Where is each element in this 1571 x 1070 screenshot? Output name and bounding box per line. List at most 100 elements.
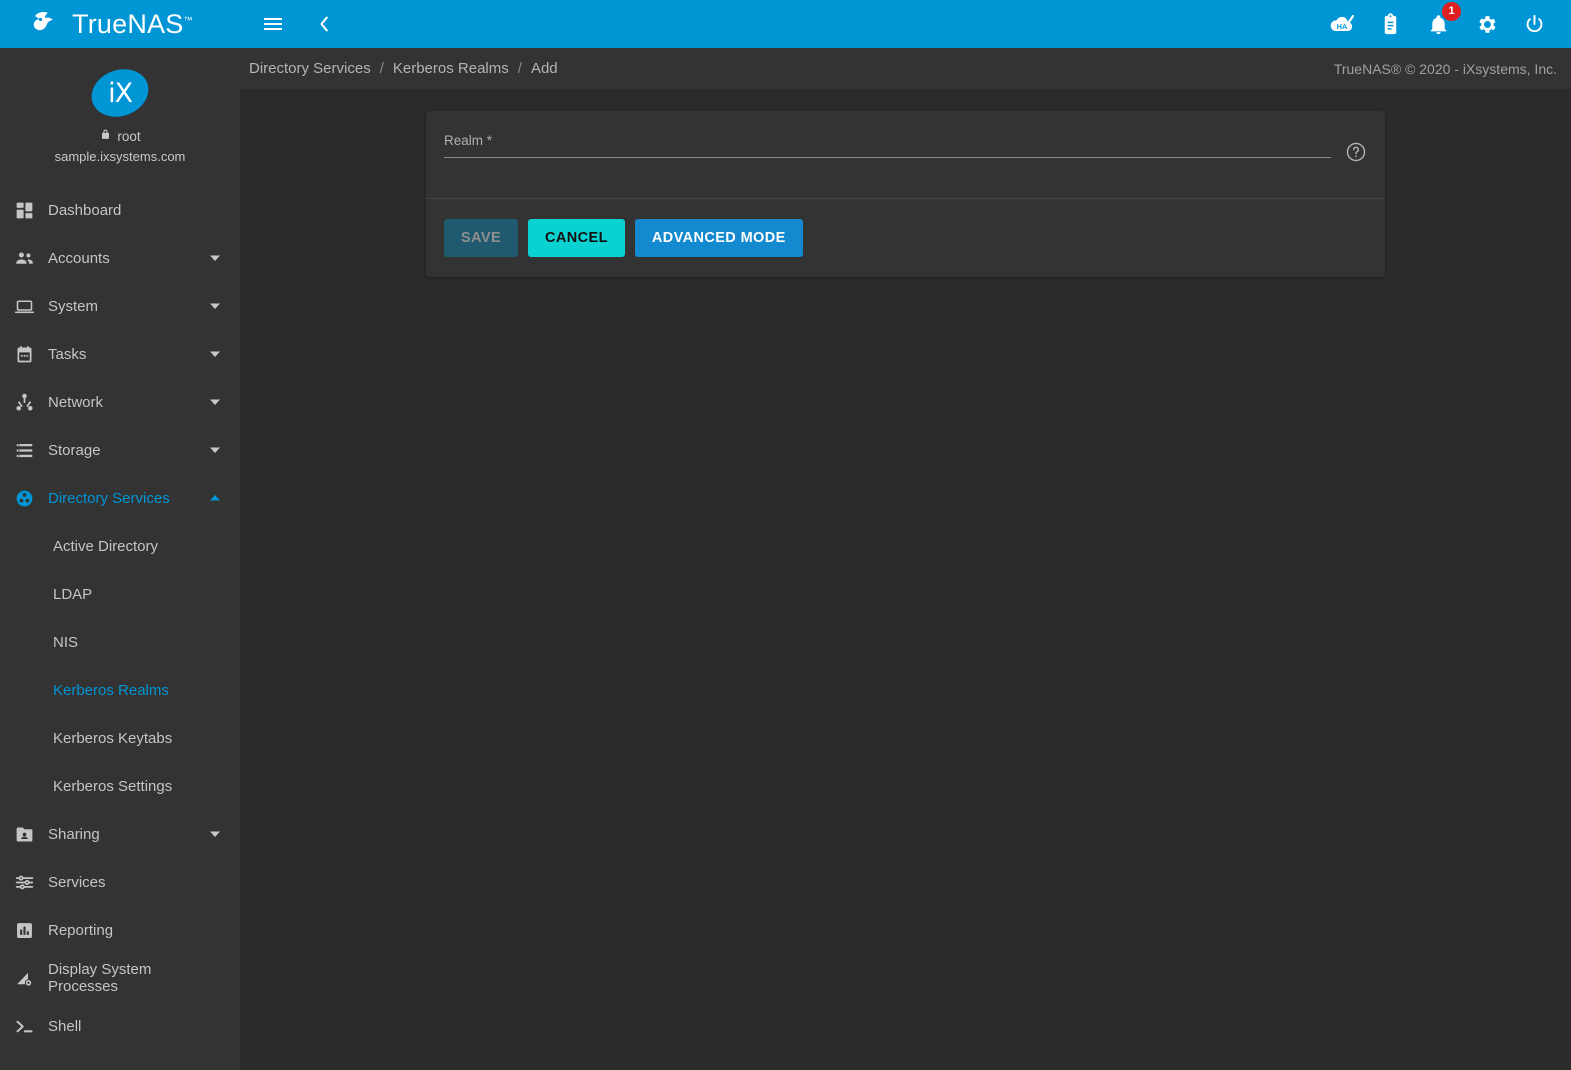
notification-badge-count: 1	[1442, 2, 1461, 21]
current-user: root	[0, 128, 240, 144]
sidebar-item-kerberos-keytabs[interactable]: Kerberos Keytabs	[0, 714, 240, 762]
status-icons-group: HA 1	[1327, 9, 1549, 39]
sidebar-subitem-label: LDAP	[53, 586, 92, 603]
sidebar-subitem-label: Kerberos Settings	[53, 778, 172, 795]
hamburger-menu-icon[interactable]	[258, 9, 288, 39]
sidebar-item-label: System	[48, 298, 208, 315]
sidebar-item-label: Dashboard	[48, 202, 222, 219]
notifications-bell-icon[interactable]: 1	[1423, 9, 1453, 39]
sidebar-item-display-system-processes[interactable]: Display System Processes	[0, 954, 240, 1002]
breadcrumb-item-add: Add	[531, 60, 558, 77]
realm-input[interactable]	[444, 155, 1331, 173]
chevron-down-icon[interactable]	[208, 827, 222, 841]
breadcrumb-separator: /	[371, 60, 393, 77]
chevron-down-icon[interactable]	[208, 347, 222, 361]
sidebar-item-accounts[interactable]: Accounts	[0, 234, 240, 282]
sidebar-subitem-label: NIS	[53, 634, 78, 651]
sidebar-item-label: Accounts	[48, 250, 208, 267]
sidebar-item-label: Directory Services	[48, 490, 208, 507]
sidebar-subitem-label: Active Directory	[53, 538, 158, 555]
content-area: Directory Services / Kerberos Realms / A…	[240, 48, 1571, 1070]
sidebar: iX root sample.ixsystems.com	[0, 48, 240, 1070]
sidebar-item-kerberos-settings[interactable]: Kerberos Settings	[0, 762, 240, 810]
sidebar-subitem-label: Kerberos Realms	[53, 682, 169, 699]
sidebar-item-shell[interactable]: Shell	[0, 1002, 240, 1050]
system-laptop-icon	[0, 296, 48, 317]
accounts-people-icon	[0, 248, 48, 269]
truenas-app-window: TrueNAS™ HA	[0, 0, 1571, 1070]
chevron-down-icon[interactable]	[208, 299, 222, 313]
save-button[interactable]: SAVE	[444, 219, 518, 257]
sidebar-item-label: Reporting	[48, 922, 222, 939]
sidebar-item-kerberos-realms[interactable]: Kerberos Realms	[0, 666, 240, 714]
sidebar-item-label: Display System Processes	[48, 961, 222, 995]
copyright-label: TrueNAS® © 2020 - iXsystems, Inc.	[1334, 61, 1557, 77]
current-user-label: root	[117, 129, 140, 144]
settings-gear-icon[interactable]	[1471, 9, 1501, 39]
sidebar-subitem-label: Kerberos Keytabs	[53, 730, 172, 747]
sidebar-item-services[interactable]: Services	[0, 858, 240, 906]
ha-status-icon[interactable]: HA	[1327, 9, 1357, 39]
tasks-clipboard-icon[interactable]	[1375, 9, 1405, 39]
sidebar-item-system[interactable]: System	[0, 282, 240, 330]
chevron-left-icon[interactable]	[310, 9, 340, 39]
sharing-folder-icon	[0, 824, 48, 845]
breadcrumb-item-kerberos-realms[interactable]: Kerberos Realms	[393, 60, 509, 77]
advanced-mode-button[interactable]: ADVANCED MODE	[635, 219, 803, 257]
chevron-down-icon[interactable]	[208, 395, 222, 409]
sidebar-nav: Dashboard Accounts	[0, 178, 240, 1050]
brand-name: TrueNAS™	[72, 9, 193, 40]
sidebar-item-dashboard[interactable]: Dashboard	[0, 186, 240, 234]
form-actions: SAVE CANCEL ADVANCED MODE	[426, 199, 1385, 277]
storage-list-icon	[0, 440, 48, 461]
avatar-text: iX	[108, 80, 132, 107]
sidebar-item-directory-services[interactable]: Directory Services	[0, 474, 240, 522]
sidebar-item-active-directory[interactable]: Active Directory	[0, 522, 240, 570]
user-info-block: iX root sample.ixsystems.com	[0, 48, 240, 178]
form-fields: Realm *	[426, 111, 1385, 198]
breadcrumb: Directory Services / Kerberos Realms / A…	[240, 48, 1571, 89]
sidebar-item-label: Services	[48, 874, 222, 891]
realm-field-label: Realm *	[444, 133, 1331, 148]
sidebar-item-label: Tasks	[48, 346, 208, 363]
system-processes-icon	[0, 968, 48, 989]
body-row: iX root sample.ixsystems.com	[0, 48, 1571, 1070]
help-circle-icon[interactable]	[1345, 141, 1367, 163]
brand-trademark: ™	[183, 15, 192, 25]
add-kerberos-realm-card: Realm *	[426, 111, 1385, 277]
lock-icon	[99, 128, 112, 144]
sidebar-item-reporting[interactable]: Reporting	[0, 906, 240, 954]
sidebar-item-ldap[interactable]: LDAP	[0, 570, 240, 618]
sidebar-item-label: Storage	[48, 442, 208, 459]
services-sliders-icon	[0, 872, 48, 893]
realm-field-group: Realm *	[444, 133, 1367, 158]
dashboard-icon	[0, 200, 48, 221]
chevron-down-icon[interactable]	[208, 251, 222, 265]
sidebar-item-sharing[interactable]: Sharing	[0, 810, 240, 858]
sidebar-item-tasks[interactable]: Tasks	[0, 330, 240, 378]
breadcrumb-item-directory-services[interactable]: Directory Services	[249, 60, 371, 77]
sidebar-item-label: Sharing	[48, 826, 208, 843]
hostname-label: sample.ixsystems.com	[0, 149, 240, 164]
network-share-icon	[0, 392, 48, 413]
brand-logo-area[interactable]: TrueNAS™	[0, 0, 240, 48]
reporting-chart-icon	[0, 920, 48, 941]
truenas-wave-logo-icon	[28, 7, 62, 41]
power-icon[interactable]	[1519, 9, 1549, 39]
sidebar-item-label: Shell	[48, 1018, 222, 1035]
tasks-calendar-icon	[0, 344, 48, 365]
shell-terminal-icon	[0, 1016, 48, 1037]
sidebar-item-nis[interactable]: NIS	[0, 618, 240, 666]
chevron-down-icon[interactable]	[208, 443, 222, 457]
cancel-button[interactable]: CANCEL	[528, 219, 625, 257]
top-bar-actions-area: HA 1	[240, 0, 1571, 48]
directory-services-icon	[0, 488, 48, 509]
chevron-up-icon[interactable]	[208, 491, 222, 505]
main-panel: Realm *	[240, 89, 1571, 1070]
sidebar-item-storage[interactable]: Storage	[0, 426, 240, 474]
sidebar-item-label: Network	[48, 394, 208, 411]
ix-avatar-logo-icon: iX	[85, 61, 155, 124]
breadcrumb-separator: /	[509, 60, 531, 77]
top-bar: TrueNAS™ HA	[0, 0, 1571, 48]
sidebar-item-network[interactable]: Network	[0, 378, 240, 426]
